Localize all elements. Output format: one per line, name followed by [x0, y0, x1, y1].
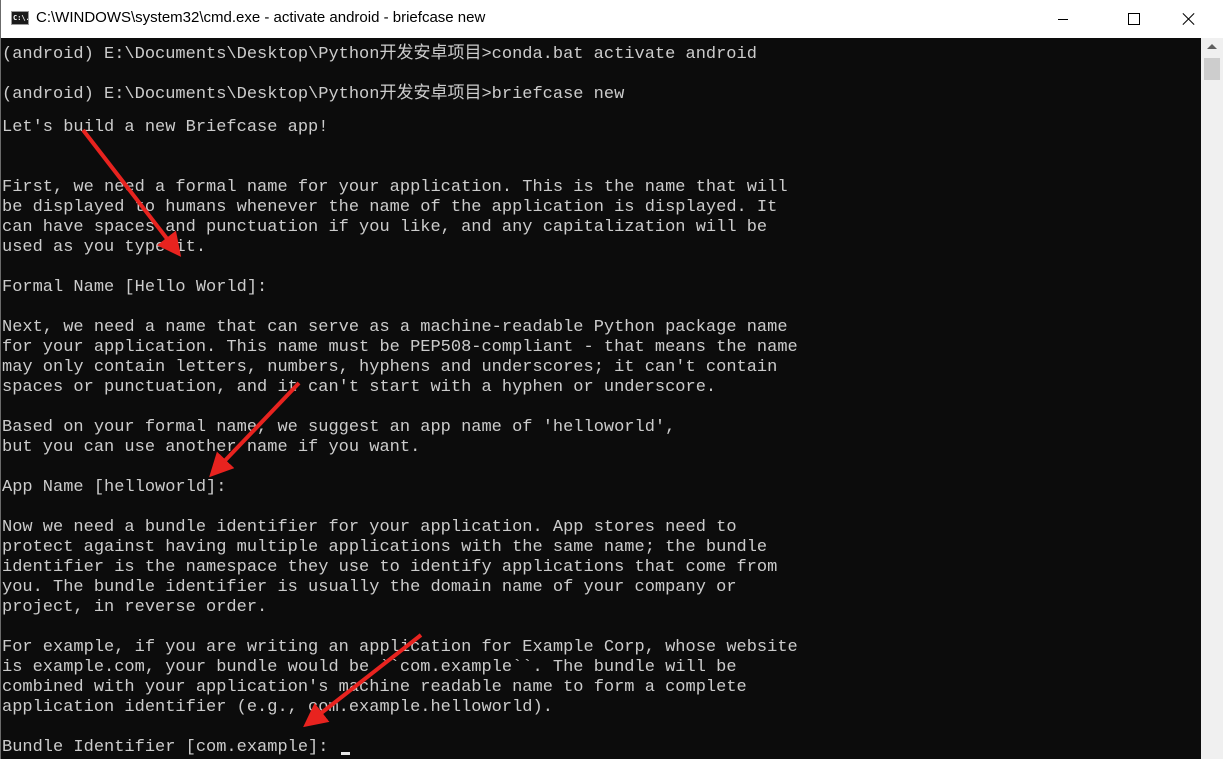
close-icon [1182, 12, 1196, 26]
console-line: Bundle Identifier [com.example]: [2, 738, 1201, 758]
console-line: be displayed to humans whenever the name… [2, 198, 778, 217]
console-line: combined with your application's machine… [2, 678, 747, 697]
maximize-button[interactable] [1111, 0, 1157, 38]
minimize-button[interactable] [1040, 0, 1086, 38]
console-line: can have spaces and punctuation if you l… [2, 218, 768, 237]
console-line: protect against having multiple applicat… [2, 538, 768, 557]
console-line: you. The bundle identifier is usually th… [2, 578, 737, 597]
console-line: Based on your formal name, we suggest an… [2, 418, 676, 437]
cmd-window: C:\. C:\WINDOWS\system32\cmd.exe - activ… [0, 0, 1223, 759]
console-line: (android) E:\Documents\Desktop\Python开发安… [2, 85, 625, 104]
console-line: used as you type it. [2, 238, 207, 257]
console-line: may only contain letters, numbers, hyphe… [2, 358, 778, 377]
console-line: Formal Name [Hello World]: [2, 278, 268, 297]
scroll-thumb[interactable] [1204, 58, 1220, 80]
window-title: C:\WINDOWS\system32\cmd.exe - activate a… [36, 9, 486, 26]
console-line: project, in reverse order. [2, 598, 268, 617]
console-line: App Name [helloworld]: [2, 478, 227, 497]
scroll-up-button[interactable] [1201, 38, 1223, 55]
console-line: but you can use another name if you want… [2, 438, 421, 457]
close-button[interactable] [1166, 0, 1212, 38]
minimize-icon [1058, 18, 1068, 20]
console-line: identifier is the namespace they use to … [2, 558, 778, 577]
console-line: Now we need a bundle identifier for your… [2, 518, 737, 537]
vertical-scrollbar[interactable] [1201, 38, 1223, 759]
scroll-up-arrow-icon [1207, 44, 1217, 49]
console-line: (android) E:\Documents\Desktop\Python开发安… [2, 45, 757, 64]
title-bar[interactable]: C:\. C:\WINDOWS\system32\cmd.exe - activ… [1, 0, 1223, 38]
console-line: Let's build a new Briefcase app! [2, 118, 329, 137]
console-line: application identifier (e.g., com.exampl… [2, 698, 553, 717]
console-line: First, we need a formal name for your ap… [2, 178, 788, 197]
text-cursor [340, 752, 350, 755]
maximize-icon [1128, 13, 1140, 25]
console-line: Next, we need a name that can serve as a… [2, 318, 788, 337]
console-line: for your application. This name must be … [2, 338, 798, 357]
console-line: For example, if you are writing an appli… [2, 638, 798, 657]
console-line: spaces or punctuation, and it can't star… [2, 378, 717, 397]
console-line: is example.com, your bundle would be ``c… [2, 658, 737, 677]
console-output[interactable]: (android) E:\Documents\Desktop\Python开发安… [2, 38, 1201, 759]
cmd-app-icon[interactable]: C:\. [11, 11, 29, 25]
